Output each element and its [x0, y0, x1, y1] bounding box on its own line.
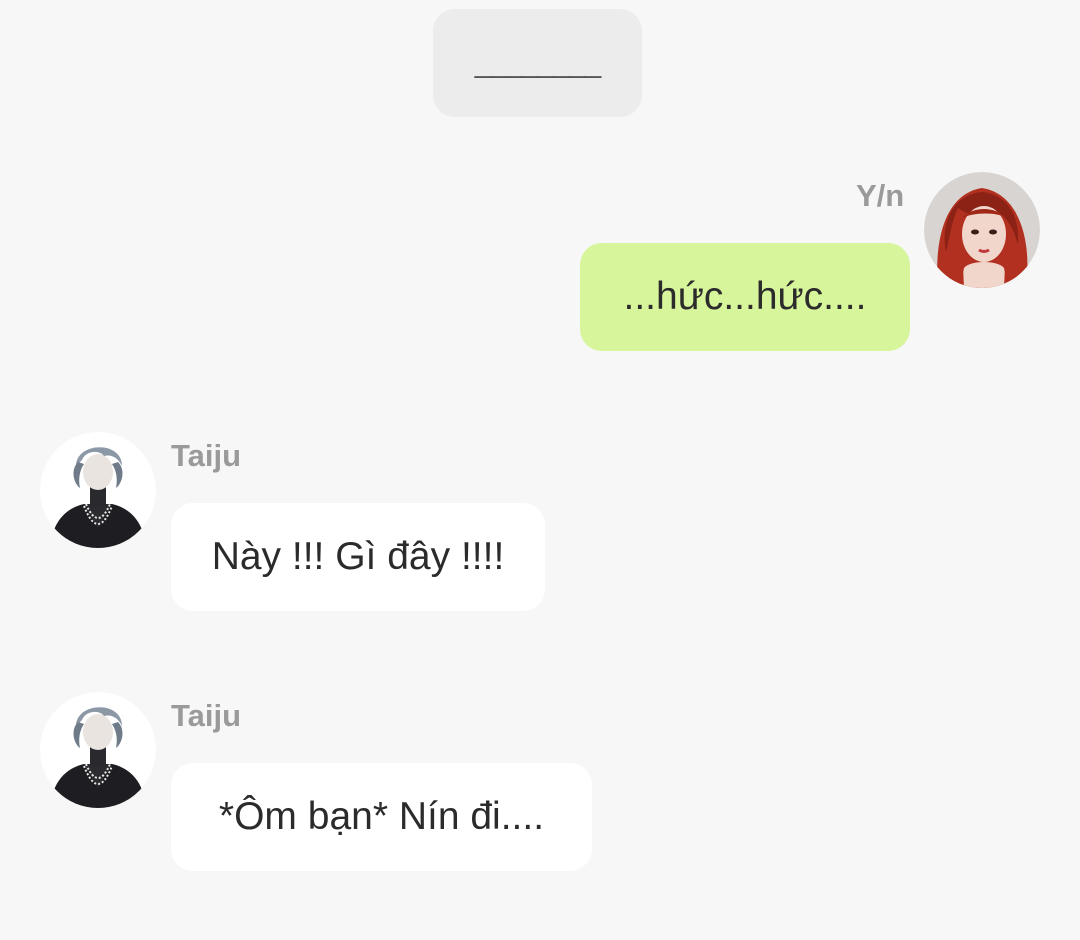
- chat-view: ________ Y/n ...hức...hức.... Taiju Này …: [0, 0, 1080, 940]
- sender-name: Taiju: [171, 698, 242, 733]
- taiju-avatar[interactable]: [40, 432, 156, 548]
- red-haired-woman-avatar[interactable]: [924, 172, 1040, 288]
- message-bubble-incoming[interactable]: *Ôm bạn* Nín đi....: [171, 763, 592, 871]
- message-text: ...hức...hức....: [623, 275, 867, 318]
- message-text: Này !!! Gì đây !!!!: [211, 535, 505, 578]
- sender-name: Taiju: [171, 438, 242, 473]
- sender-name: Y/n: [856, 178, 905, 213]
- message-bubble-outgoing[interactable]: ...hức...hức....: [580, 243, 910, 351]
- message-text: *Ôm bạn* Nín đi....: [218, 795, 545, 838]
- taiju-avatar[interactable]: [40, 692, 156, 808]
- message-bubble-incoming[interactable]: Này !!! Gì đây !!!!: [171, 503, 545, 611]
- system-message: ________: [433, 9, 642, 117]
- system-message-text: ________: [474, 46, 601, 79]
